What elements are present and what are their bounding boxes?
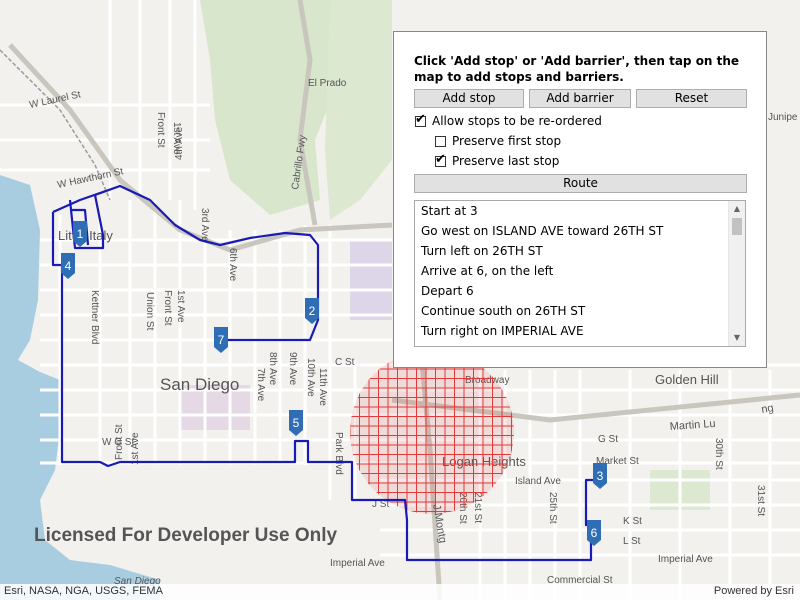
street-label-3rd: 3rd Ave — [199, 208, 210, 242]
directions-scrollbar[interactable]: ▲ ▼ — [728, 201, 745, 346]
direction-item[interactable]: Go west on ISLAND AVE toward 26TH ST — [415, 221, 745, 241]
street-label-30th: 30th St — [713, 438, 724, 470]
direction-item[interactable]: Arrive at 6, on the left — [415, 261, 745, 281]
check-icon: ✔ — [415, 111, 426, 127]
street-label-10th: 10th Ave — [305, 358, 316, 397]
street-label-c: C St — [335, 357, 355, 368]
direction-item[interactable]: Turn left on 26TH ST — [415, 241, 745, 261]
district-area — [350, 240, 392, 320]
preserve-first-checkbox[interactable]: Preserve first stop — [435, 134, 561, 148]
allow-reorder-checkbox[interactable]: ✔ Allow stops to be re-ordered — [415, 111, 602, 128]
allow-reorder-box[interactable]: ✔ — [415, 111, 426, 127]
barrier-polygon[interactable] — [350, 350, 514, 514]
preserve-last-label: Preserve last stop — [452, 154, 560, 168]
street-label-l: L St — [623, 536, 641, 547]
street-label-9th: 9th Ave — [287, 352, 298, 386]
stop-number: 7 — [218, 333, 225, 347]
allow-reorder-label: Allow stops to be re-ordered — [432, 114, 602, 128]
street-label-6th: 6th Ave — [227, 248, 238, 282]
stop-number: 1 — [77, 227, 84, 241]
developer-watermark: Licensed For Developer Use Only — [34, 525, 338, 546]
street-label-union: Union St — [144, 292, 155, 331]
scroll-up-icon[interactable]: ▲ — [729, 201, 745, 217]
routing-panel: Click 'Add stop' or 'Add barrier', then … — [393, 31, 767, 368]
stop-number: 2 — [309, 304, 316, 318]
route-button[interactable]: Route — [414, 174, 747, 193]
street-label-juniper: Junipe — [768, 112, 798, 123]
attribution-bar: Esri, NASA, NGA, USGS, FEMA Powered by E… — [0, 584, 800, 600]
attribution-text: Esri, NASA, NGA, USGS, FEMA — [4, 585, 163, 597]
street-label-7th: 7th Ave — [255, 368, 266, 402]
instructions-text: Click 'Add stop' or 'Add barrier', then … — [414, 54, 740, 84]
stop-number: 6 — [591, 526, 598, 540]
preserve-first-label: Preserve first stop — [452, 134, 562, 148]
street-label-1st-s: 1st Ave — [130, 432, 141, 465]
check-icon: ✔ — [435, 151, 446, 167]
street-label-1st: 1st Ave — [175, 290, 186, 323]
street-label-island: Island Ave — [515, 476, 561, 487]
barrier-fill — [350, 350, 514, 514]
street-label-front: Front St — [162, 290, 173, 326]
street-label-kettner: Kettner Blvd — [89, 290, 100, 344]
street-label-8th: 8th Ave — [267, 352, 278, 386]
preserve-last-checkbox[interactable]: ✔ Preserve last stop — [435, 151, 560, 168]
direction-item[interactable]: Depart 6 — [415, 281, 745, 301]
add-stop-button[interactable]: Add stop — [414, 89, 524, 108]
direction-item[interactable]: Start at 3 — [415, 201, 745, 221]
preserve-last-box[interactable]: ✔ — [435, 151, 446, 167]
stop-number: 3 — [597, 469, 604, 483]
place-label-el-prado: El Prado — [308, 78, 347, 89]
street-label-11th: 11th Ave — [317, 368, 328, 406]
direction-item[interactable]: Turn right on IMPERIAL AVE — [415, 321, 745, 341]
directions-list[interactable]: Start at 3 Go west on ISLAND AVE toward … — [414, 200, 746, 347]
place-label-golden-hill: Golden Hill — [655, 372, 719, 387]
street-label-front-n: Front St — [155, 112, 166, 148]
scroll-down-icon[interactable]: ▼ — [729, 330, 745, 346]
street-label-imperial: Imperial Ave — [330, 558, 385, 569]
powered-by-esri[interactable]: Powered by Esri — [714, 585, 794, 597]
street-label-k: K St — [623, 516, 642, 527]
stop-number: 4 — [65, 259, 72, 273]
street-label-park: Park Blvd — [333, 432, 344, 475]
street-label-imperial-east: Imperial Ave — [658, 554, 713, 565]
street-label-31st: 31st St — [755, 485, 766, 516]
stop-number: 5 — [293, 416, 300, 430]
add-barrier-button[interactable]: Add barrier — [529, 89, 631, 108]
street-label-g-east: G St — [598, 434, 618, 445]
scroll-thumb[interactable] — [732, 218, 742, 235]
direction-item[interactable]: Continue south on 26TH ST — [415, 301, 745, 321]
reset-button[interactable]: Reset — [636, 89, 747, 108]
street-label-front-s: Front St — [114, 424, 125, 460]
preserve-first-box[interactable] — [435, 135, 446, 147]
place-label-san-diego: San Diego — [160, 375, 239, 394]
street-label-ng: ng — [760, 402, 774, 416]
street-label-4th: 4th Ave — [174, 126, 185, 160]
street-label-25th: 25th St — [547, 492, 558, 524]
